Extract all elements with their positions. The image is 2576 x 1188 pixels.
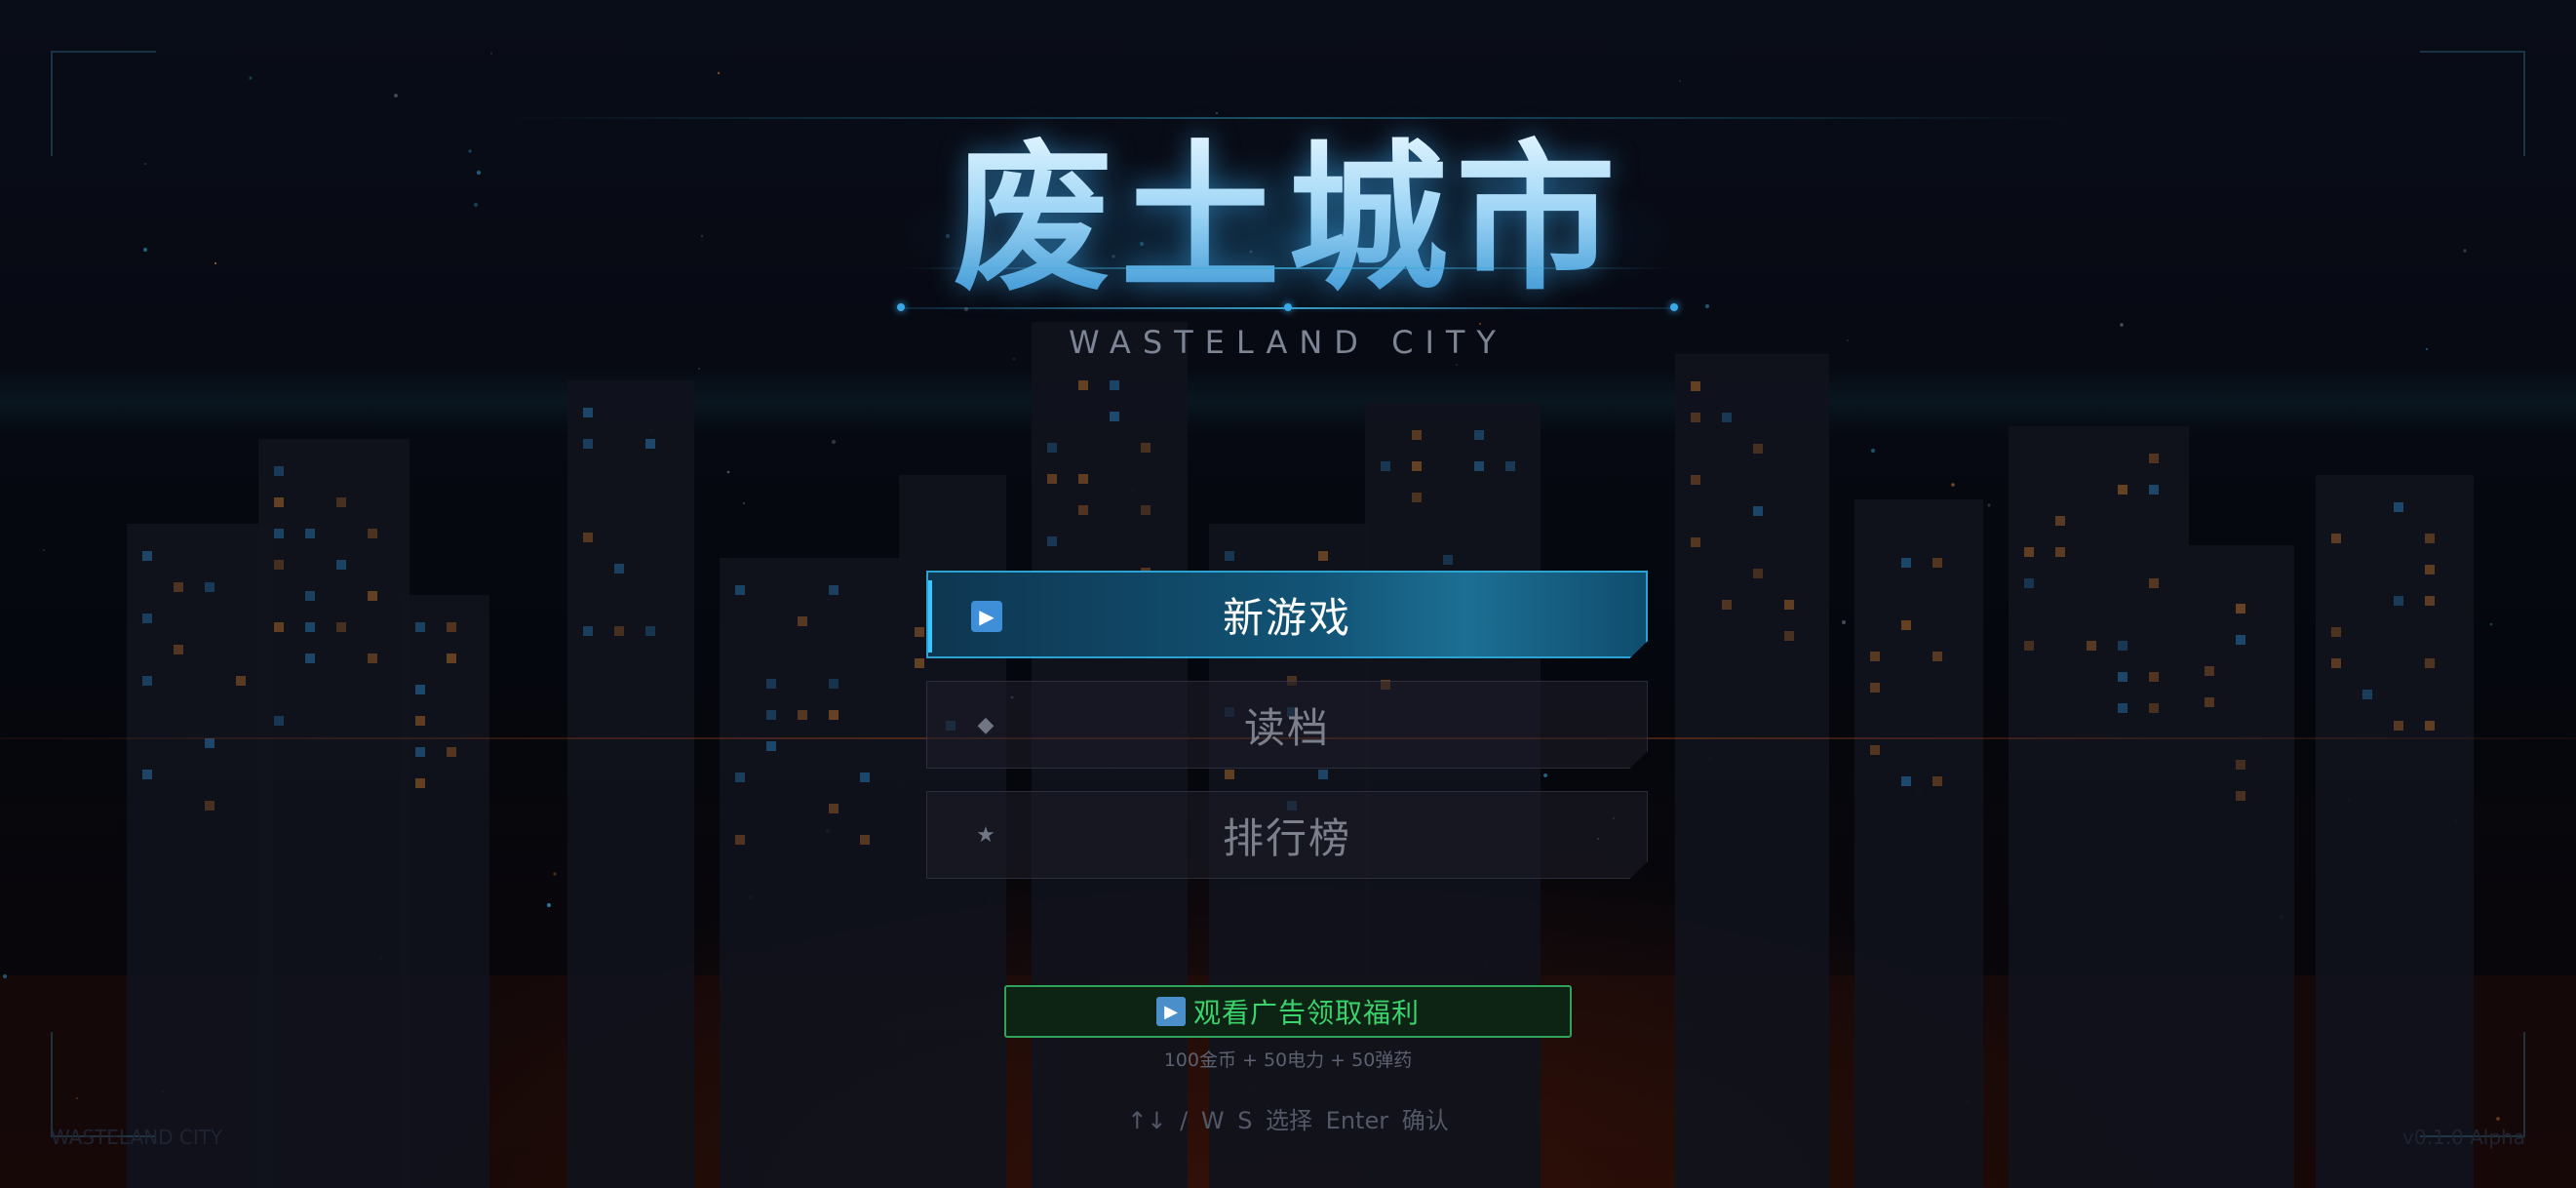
- building: [720, 558, 900, 1188]
- watch-ad-button[interactable]: ▶ 观看广告领取福利: [1004, 985, 1572, 1038]
- building: [2189, 545, 2294, 1188]
- leaderboard-label: 排行榜: [1222, 813, 1351, 862]
- underline-dot-center: [1284, 303, 1292, 311]
- underline-dot-left: [897, 303, 905, 311]
- footer-brand: WASTELAND CITY: [51, 1126, 223, 1149]
- star: [1951, 483, 1955, 487]
- building: [258, 439, 410, 1188]
- star: [1679, 80, 1681, 82]
- leaderboard-button[interactable]: ★ 排行榜: [926, 791, 1648, 879]
- title-underline: [899, 267, 1675, 269]
- star: [831, 439, 837, 445]
- star: [553, 872, 557, 876]
- star: [2, 973, 8, 979]
- star: [1543, 773, 1547, 777]
- star: [490, 53, 492, 55]
- controls-hint: ↑↓ / W S 选择 Enter 确认: [1127, 1107, 1449, 1134]
- load-game-label: 读档: [1243, 703, 1330, 752]
- star: [2489, 622, 2493, 626]
- star: [1842, 620, 1846, 624]
- star: [546, 902, 552, 908]
- star: [726, 470, 730, 474]
- game-subtitle: WASTELAND CITY: [1069, 324, 1507, 361]
- building: [1854, 499, 1983, 1188]
- star: [742, 501, 746, 505]
- building: [400, 595, 489, 1188]
- underline-dot-right: [1670, 303, 1678, 311]
- watch-ad-label: 观看广告领取福利: [1192, 997, 1420, 1029]
- star: [394, 94, 398, 98]
- building: [2009, 426, 2189, 1188]
- play-icon: ▶: [1155, 997, 1186, 1026]
- star: [717, 71, 721, 75]
- star: [1987, 503, 1991, 507]
- new-game-button[interactable]: ▶ 新游戏: [926, 571, 1648, 658]
- star: [43, 549, 45, 551]
- title-top-line: [507, 117, 2069, 119]
- new-game-label: 新游戏: [1222, 593, 1351, 642]
- ad-reward-text: 100金币 + 50电力 + 50弹药: [1163, 1049, 1413, 1071]
- game-title: 废土城市: [0, 127, 2576, 312]
- star: [1870, 448, 1876, 454]
- title-block: 废土城市 WASTELAND CITY: [0, 107, 2576, 371]
- load-game-button[interactable]: ◆ 读档: [926, 681, 1648, 769]
- version-label: v0.1.0 Alpha: [2402, 1126, 2525, 1149]
- star: [249, 76, 253, 80]
